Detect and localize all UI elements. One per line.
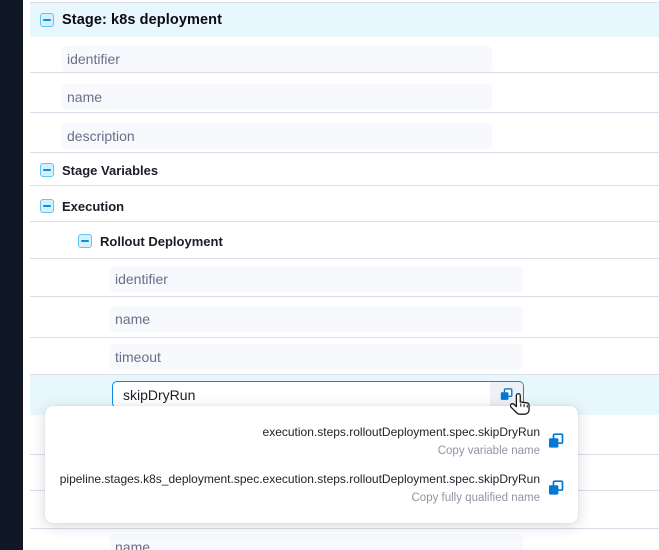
stage-field-name[interactable]: name: [62, 84, 492, 110]
copy-icon[interactable]: [548, 480, 564, 496]
copy-action-caption: Copy fully qualified name: [60, 491, 540, 506]
skip-dry-run-input[interactable]: [113, 382, 490, 407]
variable-path-texts: pipeline.stages.k8s_deployment.spec.exec…: [60, 471, 540, 506]
stage-title: Stage: k8s deployment: [62, 12, 222, 28]
execution-title: Execution: [62, 199, 124, 214]
collapse-minus-square-icon[interactable]: [40, 163, 54, 177]
copy-action-caption: Copy variable name: [263, 444, 540, 459]
copy-fully-qualified-name-item[interactable]: pipeline.stages.k8s_deployment.spec.exec…: [49, 471, 564, 506]
fully-qualified-path-text: pipeline.stages.k8s_deployment.spec.exec…: [60, 471, 540, 487]
row-divider: [30, 185, 659, 186]
step-field-identifier[interactable]: identifier: [110, 266, 523, 292]
minus-glyph: [43, 169, 51, 171]
row-divider: [30, 337, 659, 338]
stage-variables-title: Stage Variables: [62, 163, 158, 178]
copy-variable-popover: execution.steps.rolloutDeployment.spec.s…: [45, 406, 578, 523]
pipeline-variables-panel: Stage: k8s deployment identifier name de…: [0, 0, 659, 550]
left-dark-sidebar: [0, 0, 23, 550]
collapse-minus-square-icon[interactable]: [40, 199, 54, 213]
step-field-name-partial[interactable]: name: [110, 534, 523, 550]
row-divider: [30, 221, 659, 222]
skip-dry-run-input-group: [112, 381, 524, 408]
minus-glyph: [43, 19, 51, 21]
execution-row[interactable]: Execution: [40, 197, 124, 215]
stage-field-description[interactable]: description: [62, 123, 492, 149]
stage-variables-row[interactable]: Stage Variables: [40, 161, 158, 179]
variable-path-texts: execution.steps.rolloutDeployment.spec.s…: [263, 424, 540, 459]
collapse-minus-square-icon[interactable]: [40, 13, 54, 27]
rollout-deployment-title: Rollout Deployment: [100, 234, 223, 249]
rollout-deployment-row[interactable]: Rollout Deployment: [78, 232, 223, 250]
variable-path-text: execution.steps.rolloutDeployment.spec.s…: [263, 424, 540, 440]
row-divider: [30, 152, 659, 153]
row-divider: [30, 72, 659, 73]
copy-variable-name-item[interactable]: execution.steps.rolloutDeployment.spec.s…: [49, 424, 564, 459]
stage-header-row[interactable]: Stage: k8s deployment: [40, 10, 222, 30]
copy-icon[interactable]: [548, 433, 564, 449]
row-divider: [30, 258, 659, 259]
collapse-minus-square-icon[interactable]: [78, 234, 92, 248]
row-divider: [30, 528, 659, 529]
step-field-timeout[interactable]: timeout: [110, 344, 523, 370]
minus-glyph: [43, 205, 51, 207]
row-divider: [30, 112, 659, 113]
step-field-name[interactable]: name: [110, 306, 523, 332]
hand-pointer-cursor: [510, 392, 534, 423]
row-divider: [30, 374, 659, 375]
row-divider: [30, 296, 659, 297]
stage-field-identifier[interactable]: identifier: [62, 46, 492, 72]
minus-glyph: [81, 240, 89, 242]
row-divider: [30, 2, 659, 3]
